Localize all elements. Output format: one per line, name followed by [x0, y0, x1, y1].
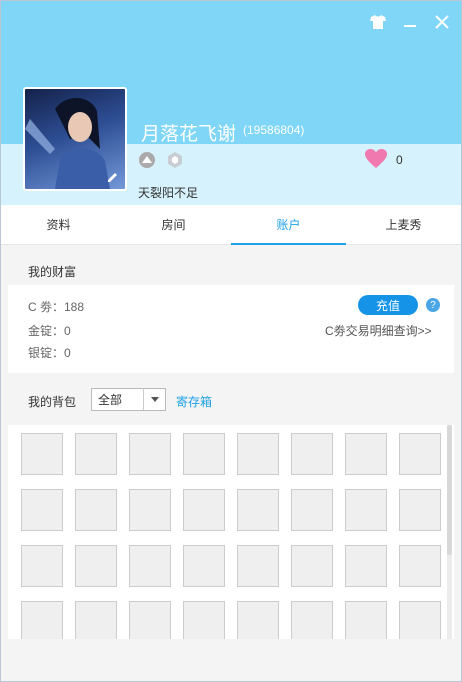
bag-slot[interactable] — [399, 545, 441, 587]
storage-box-link[interactable]: 寄存箱 — [176, 393, 212, 410]
profile-window: 月落花飞谢 (19586804) 0 天裂阳不足 资料 房间 账户 上麦秀 我的… — [0, 0, 462, 682]
bag-slot[interactable] — [129, 601, 171, 639]
bag-slot[interactable] — [399, 433, 441, 475]
chevron-down-icon[interactable] — [143, 389, 165, 410]
edit-icon[interactable] — [105, 169, 121, 185]
close-icon[interactable] — [433, 13, 451, 31]
bag-title: 我的背包 — [28, 395, 77, 409]
bag-slot[interactable] — [75, 433, 117, 475]
bag-slot[interactable] — [183, 489, 225, 531]
bag-slot[interactable] — [345, 489, 387, 531]
bag-slot[interactable] — [291, 433, 333, 475]
bag-slot[interactable] — [21, 545, 63, 587]
bag-slot[interactable] — [21, 601, 63, 639]
user-id: (19586804) — [243, 123, 305, 137]
bag-scrollbar[interactable] — [447, 425, 452, 639]
heart-count: 0 — [396, 153, 403, 167]
bag-slot[interactable] — [291, 601, 333, 639]
badge-row — [138, 151, 184, 169]
bag-slot[interactable] — [345, 433, 387, 475]
help-icon[interactable]: ? — [426, 298, 440, 312]
bag-slot[interactable] — [237, 545, 279, 587]
tab-bar: 资料 房间 账户 上麦秀 — [1, 205, 461, 245]
bag-slot[interactable] — [237, 433, 279, 475]
bag-slot[interactable] — [183, 545, 225, 587]
bag-slot[interactable] — [237, 489, 279, 531]
bag-slot[interactable] — [75, 489, 117, 531]
window-footer — [1, 639, 461, 681]
bag-grid-panel — [8, 425, 454, 639]
bag-slot[interactable] — [291, 489, 333, 531]
silver-balance: 银锭：0 — [28, 346, 71, 360]
bag-slot[interactable] — [21, 433, 63, 475]
bag-filter-select[interactable]: 全部 — [91, 388, 166, 411]
bag-scrollbar-thumb[interactable] — [447, 425, 452, 555]
bag-slot[interactable] — [21, 489, 63, 531]
tab-mic-show[interactable]: 上麦秀 — [346, 205, 461, 244]
bag-filter-value: 全部 — [98, 393, 123, 407]
wealth-panel: C 劵：188 金锭：0 银锭：0 充值 ? C劵交易明细查询>> — [8, 285, 454, 373]
heart-icon[interactable] — [365, 149, 387, 172]
bag-slot[interactable] — [345, 601, 387, 639]
titlebar-controls — [369, 13, 451, 31]
minimize-icon[interactable] — [401, 13, 419, 31]
tab-profile[interactable]: 资料 — [1, 205, 116, 244]
bag-slot[interactable] — [291, 545, 333, 587]
gold-balance: 金锭：0 — [28, 324, 71, 338]
bag-grid — [21, 433, 441, 639]
hex-badge-icon[interactable] — [166, 151, 184, 169]
recharge-button[interactable]: 充值 — [358, 295, 418, 315]
bag-slot[interactable] — [183, 433, 225, 475]
tab-room[interactable]: 房间 — [116, 205, 231, 244]
bag-slot[interactable] — [399, 601, 441, 639]
bag-slot[interactable] — [345, 545, 387, 587]
bag-slot[interactable] — [183, 601, 225, 639]
shirt-icon[interactable] — [369, 13, 387, 31]
avatar[interactable] — [23, 87, 127, 191]
bag-slot[interactable] — [129, 433, 171, 475]
wealth-title: 我的财富 — [28, 265, 77, 279]
signature: 天裂阳不足 — [138, 186, 199, 200]
c-coupon-history-link[interactable]: C劵交易明细查询>> — [325, 322, 432, 339]
bag-slot[interactable] — [75, 545, 117, 587]
bag-slot[interactable] — [75, 601, 117, 639]
bag-slot[interactable] — [129, 545, 171, 587]
bag-slot[interactable] — [399, 489, 441, 531]
rank-badge-icon[interactable] — [138, 151, 156, 169]
nickname: 月落花飞谢 — [141, 124, 237, 145]
c-coupon-balance: C 劵：188 — [28, 300, 85, 314]
bag-slot[interactable] — [129, 489, 171, 531]
tab-account[interactable]: 账户 — [231, 205, 346, 245]
bag-slot[interactable] — [237, 601, 279, 639]
